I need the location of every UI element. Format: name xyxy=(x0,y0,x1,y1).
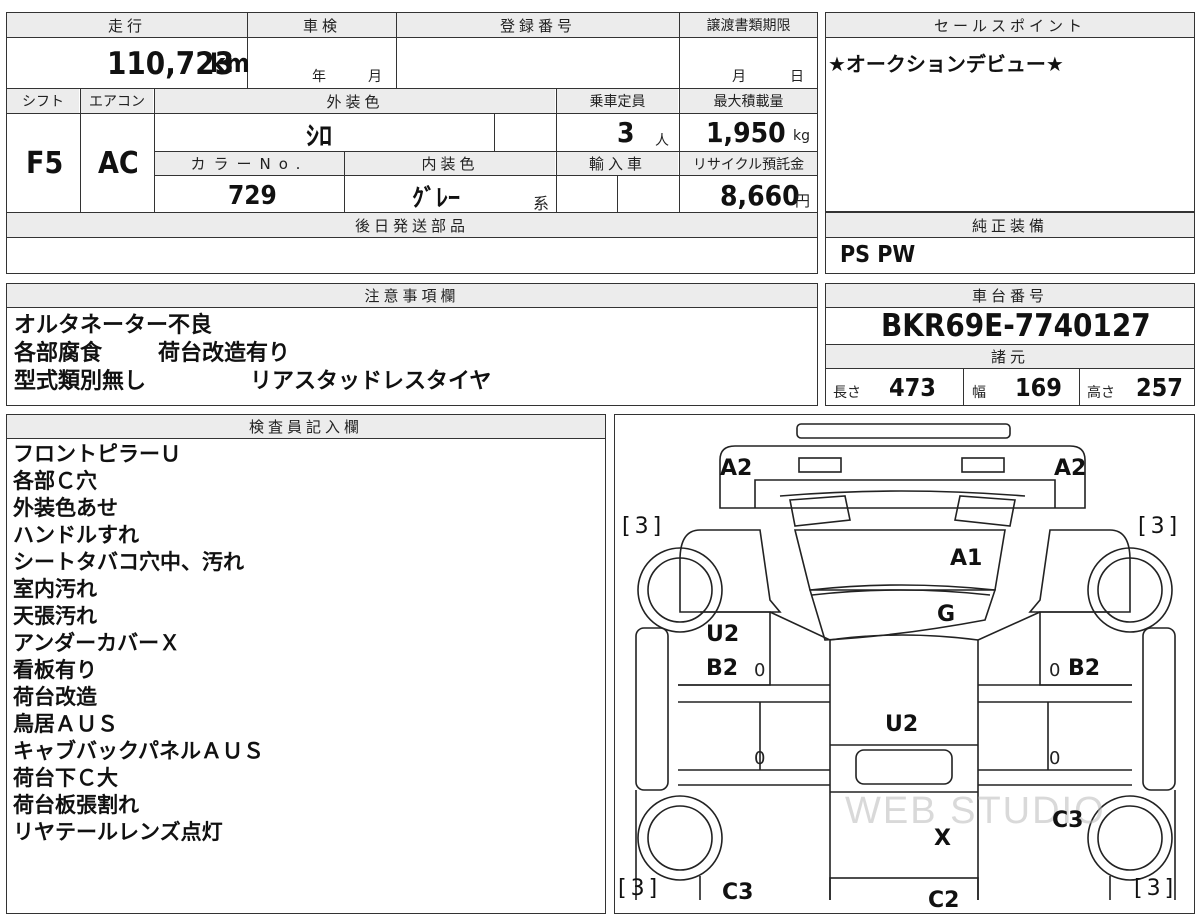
capacity-value: 3 xyxy=(617,116,635,149)
height-label: 高さ xyxy=(1087,385,1115,401)
inspection-month-label: 月 xyxy=(368,69,382,85)
interior-suffix: 系 xyxy=(533,194,550,213)
recycle-unit: 円 xyxy=(795,192,811,210)
capacity-header: 乗車定員 xyxy=(557,89,678,113)
mark-a2-left: A2 xyxy=(720,456,753,481)
notes-header: 注意事項欄 xyxy=(7,284,817,307)
sales-point-panel xyxy=(825,12,1195,212)
sales-point-header: セールスポイント xyxy=(826,13,1194,37)
length-value: 473 xyxy=(889,373,936,402)
notes-lines: オルタネーター不良 各部腐食 荷台改造有り 型式類別無し リアスタッドレスタイヤ xyxy=(14,312,491,396)
registration-header: 登録番号 xyxy=(397,13,679,37)
aircon-header: エアコン xyxy=(81,89,153,113)
mileage-unit: km xyxy=(210,49,250,79)
height-value: 257 xyxy=(1136,373,1183,402)
max-load-value: 1,950 xyxy=(706,116,786,149)
shift-value: F5 xyxy=(26,146,64,181)
mark-bracket-bottom-left: [3] xyxy=(618,876,662,901)
note-line: オルタネーター不良 xyxy=(14,313,213,338)
mark-bracket-bottom-right: [3] xyxy=(1134,876,1178,901)
later-parts-header: 後日発送部品 xyxy=(7,213,817,237)
genuine-equipment-text: PS PW xyxy=(840,242,916,268)
length-label: 長さ xyxy=(833,385,861,401)
recycle-value: 8,660 xyxy=(720,179,800,212)
recycle-header: リサイクル預託金 xyxy=(680,152,817,175)
width-value: 169 xyxy=(1015,373,1062,402)
mark-zero-3: 0 xyxy=(754,748,766,769)
capacity-unit: 人 xyxy=(655,133,669,149)
inspector-item: 荷台改造 xyxy=(13,685,97,709)
deadline-day-label: 日 xyxy=(790,69,804,85)
inspector-item: フロントピラーＵ xyxy=(13,442,181,466)
aircon-value: AC xyxy=(98,146,139,181)
inspector-item: 室内汚れ xyxy=(13,577,97,601)
note-line: 各部腐食 荷台改造有り xyxy=(14,341,291,366)
chassis-header: 車台番号 xyxy=(826,284,1194,307)
color-no-value: 729 xyxy=(228,181,277,211)
inspector-item: 鳥居ＡＵＳ xyxy=(13,712,118,736)
exterior-color-header: 外装色 xyxy=(155,89,555,113)
inspector-item: 天張汚れ xyxy=(13,604,97,628)
inspector-items: フロントピラーＵ 各部Ｃ穴 外装色あせ ハンドルすれ シートタバコ穴中、汚れ 室… xyxy=(13,441,264,846)
note-line: 型式類別無し リアスタッドレスタイヤ xyxy=(14,369,492,394)
dims-header: 諸元 xyxy=(826,345,1194,368)
inspector-item: アンダーカバーＸ xyxy=(13,631,181,655)
inspector-item: リヤテールレンズ点灯 xyxy=(13,820,223,844)
transfer-deadline-header: 譲渡書類期限 xyxy=(680,13,817,37)
mark-b2-left: B2 xyxy=(706,656,739,681)
inspector-item: 看板有り xyxy=(13,658,97,682)
max-load-unit: kg xyxy=(793,128,810,144)
width-label: 幅 xyxy=(972,385,986,401)
sales-point-text: ★オークションデビュー★ xyxy=(828,52,1064,76)
mark-zero-4: 0 xyxy=(1049,748,1061,769)
color-no-header: カラーNo. xyxy=(155,152,344,175)
inspection-header: 車検 xyxy=(248,13,396,37)
mark-u2-left: U2 xyxy=(706,622,740,647)
mark-x: X xyxy=(934,826,951,851)
interior-color-header: 内装色 xyxy=(345,152,555,175)
import-header: 輸入車 xyxy=(557,152,678,175)
inspector-item: 外装色あせ xyxy=(13,496,118,520)
mark-b2-right: B2 xyxy=(1068,656,1101,681)
mark-u2-center: U2 xyxy=(885,712,919,737)
inspector-header: 検査員記入欄 xyxy=(7,415,605,438)
mark-a1: A1 xyxy=(950,546,983,571)
chassis-number: BKR69E-7740127 xyxy=(881,308,1151,344)
inspector-item: キャブバックパネルＡＵＳ xyxy=(13,739,264,763)
mark-c3-right: C3 xyxy=(1052,808,1084,833)
genuine-equipment-header: 純正装備 xyxy=(826,213,1194,237)
mark-zero-2: 0 xyxy=(1049,660,1061,681)
mark-c2: C2 xyxy=(928,888,960,913)
inspector-item: 荷台板張割れ xyxy=(13,793,139,817)
inspector-item: ハンドルすれ xyxy=(13,523,139,547)
mileage-header: 走行 xyxy=(7,13,247,37)
inspector-item: 各部Ｃ穴 xyxy=(13,469,97,493)
mark-c3-left: C3 xyxy=(722,880,754,905)
mark-zero-1: 0 xyxy=(754,660,766,681)
mark-g: G xyxy=(937,602,956,627)
inspector-item: 荷台下Ｃ大 xyxy=(13,766,118,790)
exterior-color-value: ｼﾛ xyxy=(306,122,333,152)
max-load-header: 最大積載量 xyxy=(680,89,817,113)
mark-a2-right: A2 xyxy=(1054,456,1087,481)
inspector-item: シートタバコ穴中、汚れ xyxy=(13,550,244,574)
mark-bracket-top-right: [3] xyxy=(1138,514,1182,539)
interior-color-value: ｸﾞﾚｰ xyxy=(412,184,460,212)
deadline-month-label: 月 xyxy=(732,69,746,85)
shift-header: シフト xyxy=(7,89,79,113)
inspection-year-label: 年 xyxy=(312,69,326,85)
mark-bracket-top-left: [3] xyxy=(622,514,666,539)
